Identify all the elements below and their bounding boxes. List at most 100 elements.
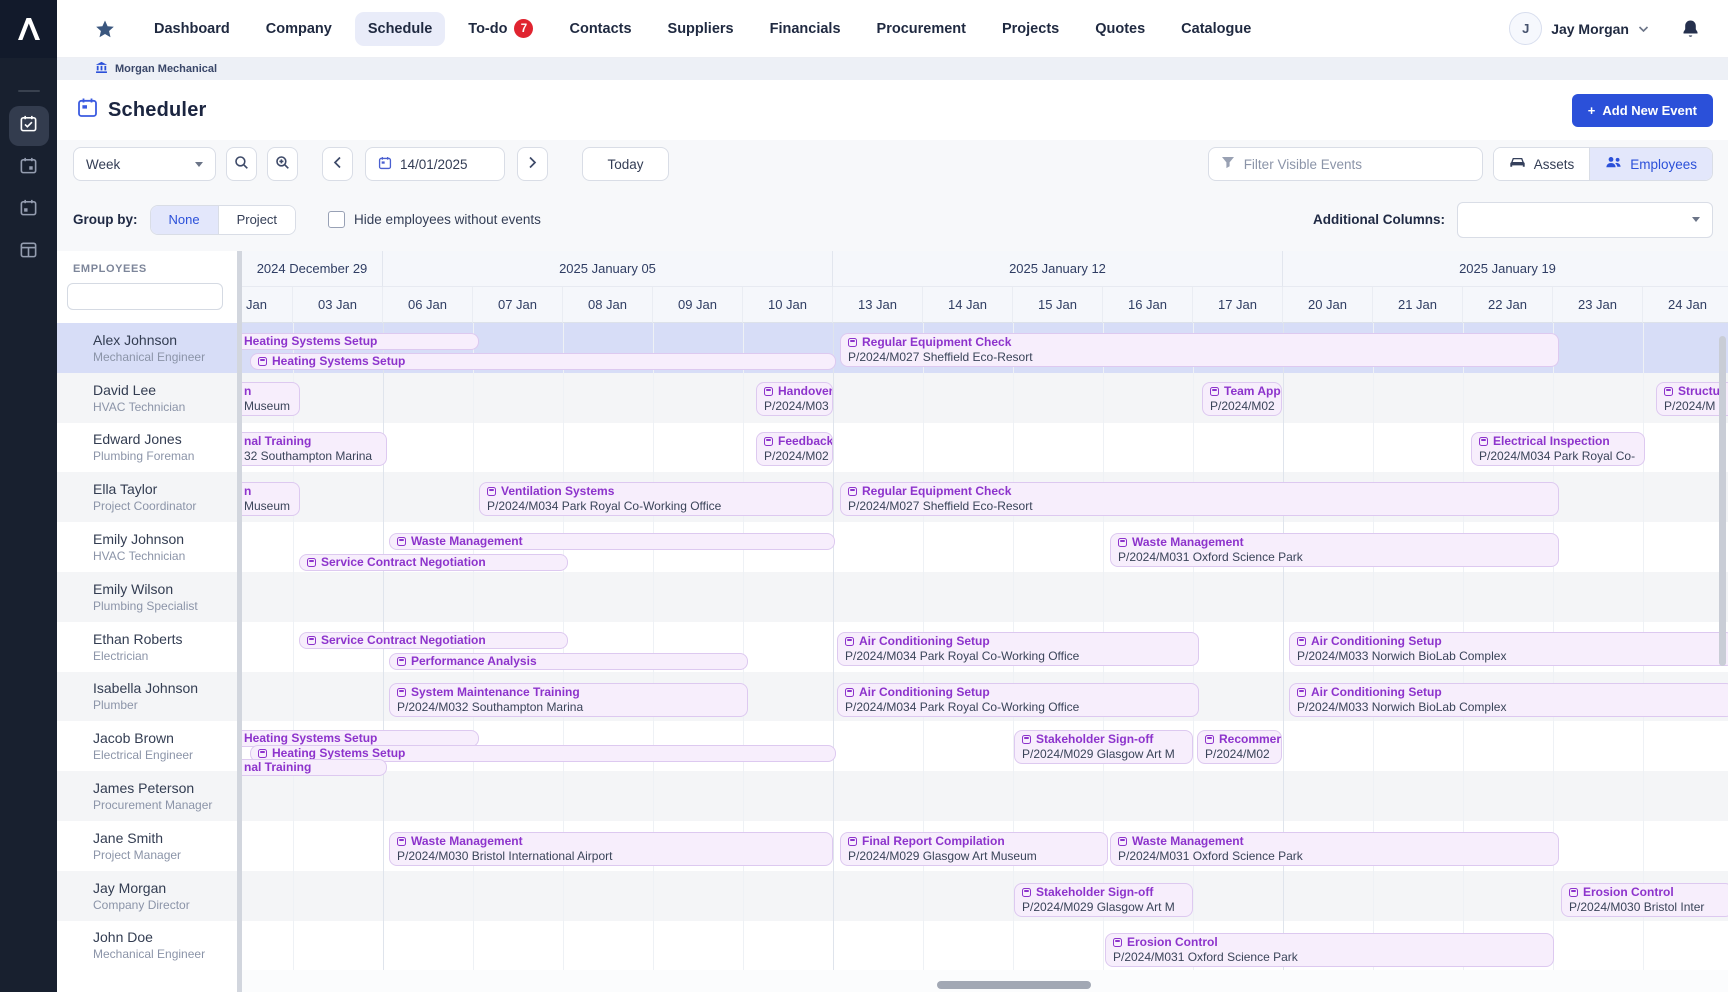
- event-bar-waste-management[interactable]: Waste ManagementP/2024/M031 Oxford Scien…: [1110, 832, 1559, 866]
- event-project-text: P/2024/M033 Norwich BioLab Complex: [1297, 700, 1727, 715]
- event-bar-air-conditioning-setup[interactable]: Air Conditioning SetupP/2024/M034 Park R…: [837, 632, 1199, 666]
- event-bar-nal-training[interactable]: nal Training32 Southampton Marina: [242, 432, 387, 466]
- event-bar-structu[interactable]: StructuP/2024/M: [1656, 382, 1728, 416]
- event-bar-service-contract-negotiation[interactable]: Service Contract Negotiation: [299, 632, 568, 649]
- employee-row-emily-wilson[interactable]: Emily WilsonPlumbing Specialist: [57, 572, 237, 622]
- nav-item-procurement[interactable]: Procurement: [864, 12, 979, 46]
- zoom-out-search-button[interactable]: [226, 147, 257, 181]
- event-title-text: Waste Management: [1132, 535, 1244, 550]
- grid-column-line: [743, 323, 744, 970]
- favorites-star-icon[interactable]: [95, 19, 115, 39]
- nav-item-quotes[interactable]: Quotes: [1082, 12, 1158, 46]
- day-header-20-jan: 20 Jan: [1283, 287, 1373, 323]
- nav-item-projects[interactable]: Projects: [989, 12, 1072, 46]
- hide-employees-checkbox[interactable]: [328, 211, 345, 228]
- today-button[interactable]: Today: [582, 147, 669, 181]
- date-picker[interactable]: 14/01/2025: [365, 147, 505, 181]
- event-bar-heating-systems-setup[interactable]: Heating Systems Setup: [242, 333, 479, 350]
- event-bar-erosion-control[interactable]: Erosion ControlP/2024/M031 Oxford Scienc…: [1105, 933, 1554, 967]
- additional-columns-select[interactable]: [1457, 202, 1713, 238]
- event-bar-service-contract-negotiation[interactable]: Service Contract Negotiation: [299, 554, 568, 571]
- nav-item-contacts[interactable]: Contacts: [556, 12, 644, 46]
- event-bar-stakeholder-sign-off[interactable]: Stakeholder Sign-offP/2024/M029 Glasgow …: [1014, 730, 1193, 764]
- add-new-event-button[interactable]: + Add New Event: [1572, 94, 1713, 127]
- prev-period-button[interactable]: [322, 147, 353, 181]
- employee-row-ella-taylor[interactable]: Ella TaylorProject Coordinator: [57, 472, 237, 522]
- group-by-option-none[interactable]: None: [151, 206, 218, 234]
- employee-row-edward-jones[interactable]: Edward JonesPlumbing Foreman: [57, 423, 237, 473]
- event-bar-n[interactable]: nMuseum: [242, 382, 300, 416]
- employee-row-ethan-roberts[interactable]: Ethan RobertsElectrician: [57, 622, 237, 672]
- event-bar-air-conditioning-setup[interactable]: Air Conditioning SetupP/2024/M033 Norwic…: [1289, 683, 1728, 717]
- event-bar-regular-equipment-check[interactable]: Regular Equipment CheckP/2024/M027 Sheff…: [840, 333, 1559, 367]
- event-bar-erosion-control[interactable]: Erosion ControlP/2024/M030 Bristol Inter: [1561, 883, 1728, 917]
- event-bar-recommer[interactable]: RecommerP/2024/M02: [1197, 730, 1282, 764]
- employee-row-jane-smith[interactable]: Jane SmithProject Manager: [57, 821, 237, 871]
- employee-row-john-doe[interactable]: John DoeMechanical Engineer: [57, 921, 237, 971]
- sidebar-item-calendar[interactable]: [9, 148, 49, 188]
- nav-item-company[interactable]: Company: [253, 12, 345, 46]
- event-bar-stakeholder-sign-off[interactable]: Stakeholder Sign-offP/2024/M029 Glasgow …: [1014, 883, 1193, 917]
- vertical-scrollbar-thumb[interactable]: [1719, 336, 1726, 666]
- event-bar-n[interactable]: nMuseum: [242, 482, 300, 516]
- employee-role: Mechanical Engineer: [93, 350, 237, 364]
- nav-item-label: Company: [266, 21, 332, 37]
- sidebar-item-scheduler[interactable]: [9, 106, 49, 146]
- sidebar-item-planner[interactable]: [9, 190, 49, 230]
- event-title-text: Service Contract Negotiation: [321, 633, 486, 648]
- event-bar-waste-management[interactable]: Waste ManagementP/2024/M031 Oxford Scien…: [1110, 533, 1559, 567]
- notifications-bell-icon[interactable]: [1681, 19, 1700, 39]
- event-bar-final-report-compilation[interactable]: Final Report CompilationP/2024/M029 Glas…: [840, 832, 1108, 866]
- event-bar-electrical-inspection[interactable]: Electrical InspectionP/2024/M034 Park Ro…: [1471, 432, 1645, 466]
- nav-item-label: Catalogue: [1181, 21, 1251, 37]
- event-bar-waste-management[interactable]: Waste Management: [389, 533, 835, 550]
- nav-item-schedule[interactable]: Schedule: [355, 12, 445, 46]
- next-period-button[interactable]: [517, 147, 548, 181]
- employee-row-david-lee[interactable]: David LeeHVAC Technician: [57, 373, 237, 423]
- event-bar-waste-management[interactable]: Waste ManagementP/2024/M030 Bristol Inte…: [389, 832, 833, 866]
- event-bar-performance-analysis[interactable]: Performance Analysis: [389, 653, 748, 670]
- employee-row-emily-johnson[interactable]: Emily JohnsonHVAC Technician: [57, 522, 237, 572]
- app-logo-icon[interactable]: [0, 0, 57, 58]
- filter-events-input[interactable]: [1244, 157, 1470, 172]
- nav-item-suppliers[interactable]: Suppliers: [655, 12, 747, 46]
- assets-toggle-button[interactable]: Assets: [1494, 148, 1590, 180]
- event-bar-air-conditioning-setup[interactable]: Air Conditioning SetupP/2024/M033 Norwic…: [1289, 632, 1728, 666]
- user-menu[interactable]: J Jay Morgan: [1509, 12, 1649, 45]
- event-bar-air-conditioning-setup[interactable]: Air Conditioning SetupP/2024/M034 Park R…: [837, 683, 1199, 717]
- event-bar-nal-training[interactable]: nal Training: [242, 759, 387, 776]
- day-header-10-jan: 10 Jan: [743, 287, 833, 323]
- event-bar-regular-equipment-check[interactable]: Regular Equipment CheckP/2024/M027 Sheff…: [840, 482, 1559, 516]
- event-bar-feedback[interactable]: FeedbackP/2024/M02: [756, 432, 833, 466]
- horizontal-scrollbar-thumb[interactable]: [937, 981, 1091, 989]
- employee-row-james-peterson[interactable]: James PetersonProcurement Manager: [57, 771, 237, 821]
- nav-item-to-do[interactable]: To-do7: [455, 10, 546, 47]
- employee-row-jay-morgan[interactable]: Jay MorganCompany Director: [57, 871, 237, 921]
- employee-row-jacob-brown[interactable]: Jacob BrownElectrical Engineer: [57, 721, 237, 771]
- event-project-text: 32 Southampton Marina: [244, 449, 380, 464]
- employee-search-input[interactable]: [67, 283, 223, 310]
- plus-icon: +: [1588, 103, 1596, 118]
- event-bar-system-maintenance-training[interactable]: System Maintenance TrainingP/2024/M032 S…: [389, 683, 748, 717]
- employee-name: James Peterson: [93, 780, 237, 796]
- event-bar-heating-systems-setup[interactable]: Heating Systems Setup: [250, 353, 836, 370]
- nav-item-financials[interactable]: Financials: [757, 12, 854, 46]
- nav-item-catalogue[interactable]: Catalogue: [1168, 12, 1264, 46]
- employee-row-isabella-johnson[interactable]: Isabella JohnsonPlumber: [57, 672, 237, 722]
- event-title: n: [244, 484, 293, 499]
- group-by-option-project[interactable]: Project: [218, 206, 295, 234]
- employee-row-alex-johnson[interactable]: Alex JohnsonMechanical Engineer: [57, 323, 237, 373]
- event-bar-ventilation-systems[interactable]: Ventilation SystemsP/2024/M034 Park Roya…: [479, 482, 833, 516]
- employees-toggle-button[interactable]: Employees: [1589, 148, 1712, 180]
- zoom-in-search-button[interactable]: [267, 147, 298, 181]
- event-bar-handover-i[interactable]: Handover IP/2024/M03: [756, 382, 833, 416]
- event-title-text: Heating Systems Setup: [244, 731, 377, 746]
- breadcrumb[interactable]: Morgan Mechanical: [57, 58, 1728, 80]
- event-title: Waste Management: [1118, 535, 1552, 550]
- sidebar-item-board[interactable]: [9, 232, 49, 272]
- nav-item-dashboard[interactable]: Dashboard: [141, 12, 243, 46]
- event-project-text: P/2024/M030 Bristol Inter: [1569, 900, 1726, 915]
- event-bar-team-app[interactable]: Team AppP/2024/M02: [1202, 382, 1282, 416]
- event-title: Erosion Control: [1113, 935, 1547, 950]
- view-mode-select[interactable]: Week: [73, 147, 216, 181]
